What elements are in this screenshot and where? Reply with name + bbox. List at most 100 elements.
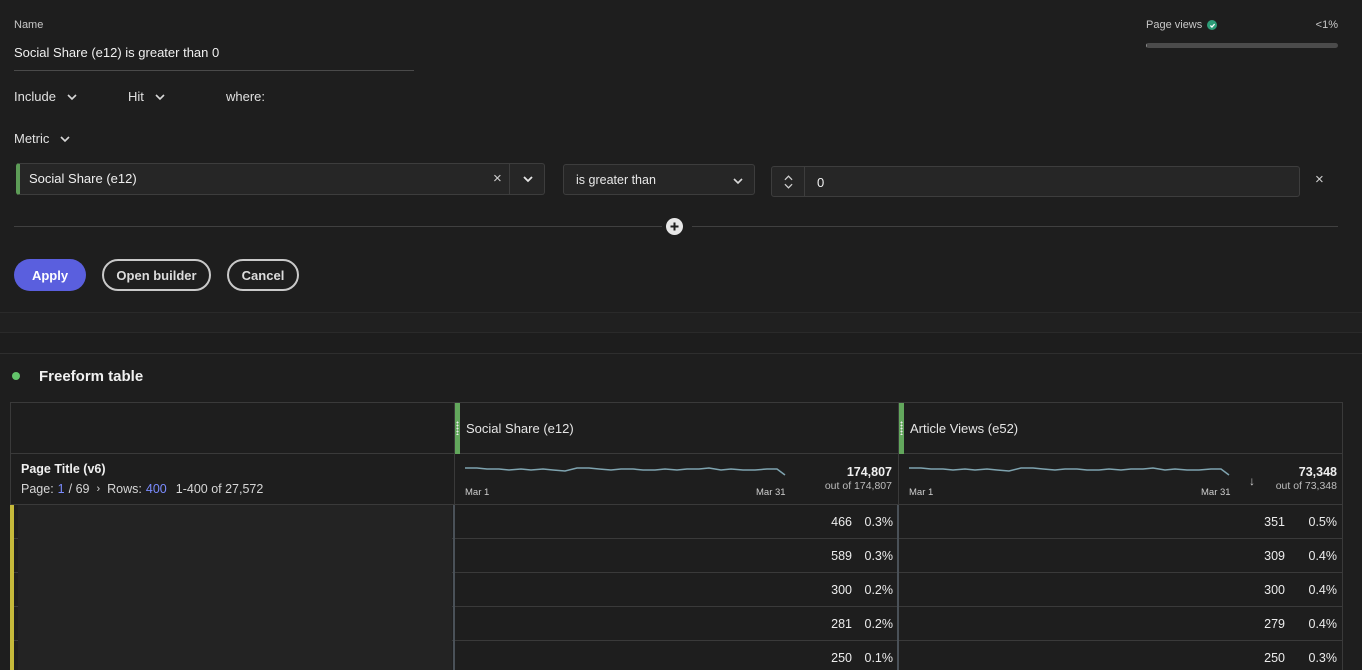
hit-dropdown[interactable]: Hit <box>128 89 166 104</box>
column-total: 73,348 <box>1298 465 1337 479</box>
panel-separator <box>0 332 1362 354</box>
metric-percent: 0.2% <box>864 583 894 597</box>
range-label: 1-400 of 27,572 <box>175 482 264 496</box>
number-stepper[interactable] <box>772 167 805 196</box>
chevron-down-icon <box>155 93 165 100</box>
page-views-text: Page views <box>1146 19 1203 31</box>
cell-separator <box>897 607 899 641</box>
column-total: 174,807 <box>846 465 892 479</box>
sort-descending-icon[interactable]: ↓ <box>1249 474 1255 488</box>
page-total: / 69 <box>68 482 90 496</box>
name-field-underline <box>14 70 414 71</box>
metric-percent: 0.4% <box>1308 617 1338 631</box>
metric-percent: 0.3% <box>1308 651 1338 665</box>
page-label: Page: <box>21 482 54 496</box>
chevron-down-icon <box>522 176 533 183</box>
metric-percent: 0.5% <box>1308 515 1338 529</box>
chevron-down-icon <box>60 135 70 142</box>
divider <box>14 226 662 227</box>
metric-percent: 0.4% <box>1308 549 1338 563</box>
panel-separator <box>0 312 1362 332</box>
open-builder-button[interactable]: Open builder <box>102 259 211 291</box>
cell-separator <box>453 607 455 641</box>
table-row[interactable]: 281 0.2% 279 0.4% <box>10 607 1343 641</box>
dimension-cell[interactable] <box>18 505 452 539</box>
dimension-cell[interactable] <box>18 607 452 641</box>
sparkline <box>465 467 786 476</box>
check-icon <box>1207 20 1218 30</box>
metric-value: 466 <box>831 515 852 529</box>
metric-value: 300 <box>1264 583 1285 597</box>
cell-separator <box>897 539 899 573</box>
metric-value: 309 <box>1264 549 1285 563</box>
dimension-cell[interactable] <box>18 539 452 573</box>
column-total-out-of: out of 174,807 <box>824 480 892 492</box>
metric-value: 250 <box>1264 651 1285 665</box>
name-label: Name <box>14 19 44 31</box>
operator-value: is greater than <box>576 173 656 187</box>
cell-separator <box>453 641 455 670</box>
operator-dropdown[interactable]: is greater than <box>563 164 755 195</box>
table-row[interactable]: 300 0.2% 300 0.4% <box>10 573 1343 607</box>
column-header-article-views[interactable]: Article Views (e52) <box>899 403 1343 454</box>
apply-button[interactable]: Apply <box>14 259 86 291</box>
page-views-percent: <1% <box>1315 19 1338 31</box>
metric-type-dropdown[interactable]: Metric <box>14 131 71 146</box>
clear-icon[interactable]: × <box>493 170 502 187</box>
hit-label: Hit <box>128 89 144 104</box>
table-row[interactable]: 466 0.3% 351 0.5% <box>10 505 1343 539</box>
freeform-table: Social Share (e12) Article Views (e52) P… <box>10 402 1343 670</box>
metric-picker-dropdown-button[interactable] <box>510 164 545 194</box>
panel-title: Freeform table <box>39 368 144 385</box>
metric-type-label: Metric <box>14 131 50 146</box>
sparkline <box>909 467 1230 476</box>
where-label: where: <box>226 89 266 104</box>
row-color-bar <box>10 641 14 670</box>
table-row[interactable]: 589 0.3% 309 0.4% <box>10 539 1343 573</box>
name-field[interactable]: Social Share (e12) is greater than 0 <box>14 45 219 60</box>
column-total-out-of: out of 73,348 <box>1275 480 1337 492</box>
metric-percent: 0.2% <box>864 617 894 631</box>
metric-value: 300 <box>831 583 852 597</box>
chevron-up-icon[interactable] <box>783 174 793 181</box>
metric-percent: 0.3% <box>864 549 894 563</box>
dimension-cell[interactable] <box>18 641 452 670</box>
column-header-social-share[interactable]: Social Share (e12) <box>455 403 898 454</box>
row-color-bar <box>10 539 14 573</box>
column-header-label: Article Views (e52) <box>910 421 1019 436</box>
page-current[interactable]: 1 <box>58 482 65 496</box>
drag-handle-icon[interactable] <box>900 421 903 435</box>
table-row[interactable]: 250 0.1% 250 0.3% <box>10 641 1343 670</box>
dimension-cell[interactable] <box>18 573 452 607</box>
metric-percent: 0.1% <box>864 651 894 665</box>
dimension-header: Page Title (v6) Page: 1 / 69 › Rows: 400… <box>11 454 455 505</box>
cell-separator <box>897 505 899 539</box>
divider <box>692 226 1338 227</box>
value-number-field[interactable]: 0 <box>771 166 1300 197</box>
metric-value: 279 <box>1264 617 1285 631</box>
chevron-down-icon <box>67 93 77 100</box>
cell-separator <box>897 641 899 670</box>
sparkline-start-label: Mar 1 <box>465 487 490 498</box>
include-label: Include <box>14 89 56 104</box>
add-condition-icon[interactable] <box>666 218 683 235</box>
chevron-down-icon <box>732 174 744 192</box>
status-dot <box>12 372 20 380</box>
include-dropdown[interactable]: Include <box>14 89 78 104</box>
summary-cell-social-share: Mar 1 Mar 31 174,807 out of 174,807 <box>455 454 898 505</box>
chevron-down-icon[interactable] <box>783 183 793 189</box>
metric-picker[interactable]: Social Share (e12) × <box>16 163 545 195</box>
rows-value[interactable]: 400 <box>146 482 167 496</box>
page-views-bar-fill <box>1146 43 1147 48</box>
cell-separator <box>453 573 455 607</box>
column-header-label: Social Share (e12) <box>466 421 574 436</box>
metric-value: 589 <box>831 549 852 563</box>
remove-condition-icon[interactable]: × <box>1315 171 1324 188</box>
dimension-title[interactable]: Page Title (v6) <box>21 462 106 476</box>
chevron-right-icon[interactable]: › <box>96 483 100 495</box>
cancel-button[interactable]: Cancel <box>227 259 299 291</box>
metric-picker-value: Social Share (e12) <box>29 171 137 186</box>
row-color-bar <box>10 505 14 539</box>
sparkline-end-label: Mar 31 <box>756 487 786 498</box>
drag-handle-icon[interactable] <box>456 421 459 435</box>
